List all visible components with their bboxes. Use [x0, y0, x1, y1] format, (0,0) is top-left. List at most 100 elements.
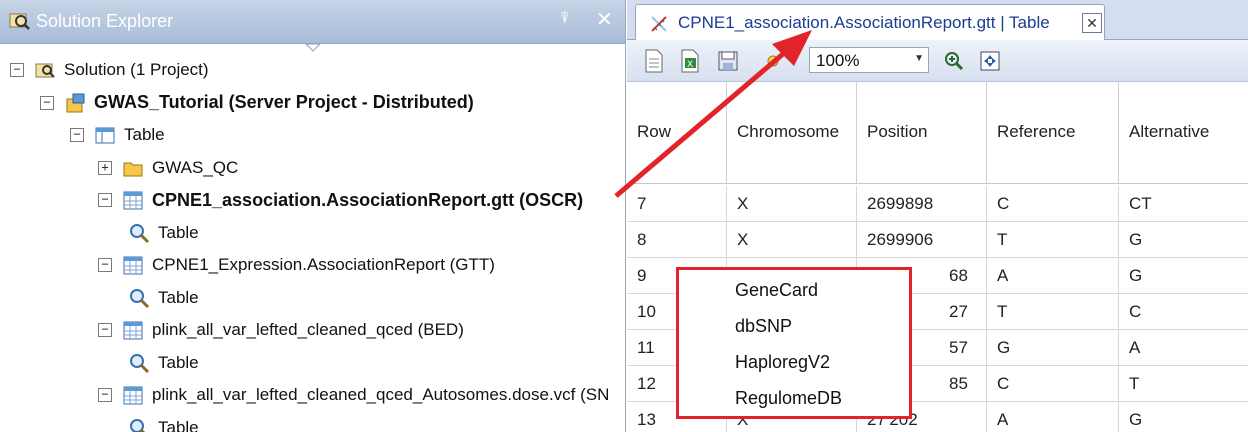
table-cell-value: A	[997, 266, 1009, 285]
collapse-icon[interactable]: −	[98, 258, 112, 272]
table-cell-value: 12	[637, 374, 656, 393]
zoom-in-icon[interactable]	[943, 49, 965, 73]
pin-icon[interactable]: ⍒	[560, 10, 570, 28]
table-cell-value: C	[997, 374, 1010, 393]
table-cell[interactable]: A	[1119, 330, 1248, 366]
solution-explorer-titlebar[interactable]: Solution Explorer ⍒ ✕	[0, 0, 625, 44]
table-cell[interactable]: G	[1119, 402, 1248, 432]
tree-item[interactable]: − CPNE1_association.AssociationReport.gtt…	[98, 184, 583, 216]
table-cell[interactable]: X	[727, 222, 857, 258]
table-cell-value: 11	[637, 338, 655, 357]
magnifier-icon	[128, 352, 150, 374]
dna-icon	[651, 16, 667, 32]
column-header[interactable]: Alternative	[1119, 82, 1248, 184]
tree-item[interactable]: − Table	[70, 119, 165, 151]
tree-item[interactable]: − plink_all_var_lefted_cleaned_qced (BED)	[98, 314, 464, 346]
table-cell-value: T	[997, 302, 1008, 321]
collapse-icon[interactable]: −	[10, 63, 24, 77]
collapse-icon[interactable]: −	[98, 388, 112, 402]
table-cell[interactable]: 2699906	[857, 222, 987, 258]
table-cell[interactable]: G	[1119, 258, 1248, 294]
table-cell[interactable]: X	[727, 186, 857, 222]
column-header[interactable]: Reference	[987, 82, 1119, 184]
table-cell[interactable]: T	[987, 222, 1119, 258]
table-cell[interactable]: G	[987, 330, 1119, 366]
table-cell-value: C	[1129, 302, 1142, 321]
table-toolbar: X 100% ▼	[627, 40, 1248, 82]
zoom-dropdown[interactable]: 100% ▼	[809, 47, 929, 73]
table-cell-value: G	[1129, 266, 1143, 285]
collapse-icon[interactable]: −	[70, 128, 84, 142]
tree-item-label: Table	[158, 287, 199, 307]
table-cell[interactable]: 8	[627, 222, 727, 258]
table-cell[interactable]: C	[987, 366, 1119, 402]
table-cell[interactable]: T	[987, 294, 1119, 330]
context-menu: GeneCard dbSNP HaploregV2 RegulomeDB	[676, 267, 912, 419]
highlight-icon[interactable]	[763, 49, 785, 73]
tree-item-label: Table	[158, 222, 199, 242]
table-cell[interactable]: C	[1119, 294, 1248, 330]
table-icon	[122, 319, 144, 341]
tree-item-label: plink_all_var_lefted_cleaned_qced (BED)	[152, 320, 464, 339]
table-icon	[122, 254, 144, 276]
table-cell[interactable]: A	[987, 258, 1119, 294]
folder-icon	[122, 157, 144, 179]
tab-association-report[interactable]: CPNE1_association.AssociationReport.gtt …	[635, 4, 1105, 40]
chevron-down-icon: ▼	[914, 53, 924, 64]
fit-to-window-icon[interactable]	[979, 49, 1001, 73]
context-menu-item[interactable]: GeneCard	[735, 280, 818, 301]
expand-icon[interactable]: +	[98, 160, 112, 175]
tree-item[interactable]: Table	[128, 347, 199, 379]
column-header[interactable]: Chromosome	[727, 82, 857, 184]
magnifier-icon	[128, 287, 150, 309]
tab-title: CPNE1_association.AssociationReport.gtt …	[678, 13, 1050, 32]
table-cell-value: CT	[1129, 194, 1152, 213]
tree-item-label: Table	[158, 352, 199, 372]
tree-item-label: CPNE1_Expression.AssociationReport (GTT)	[152, 255, 495, 274]
table-icon	[122, 189, 144, 211]
column-header[interactable]: Row	[627, 82, 727, 184]
context-menu-item[interactable]: dbSNP	[735, 316, 792, 337]
close-icon[interactable]: ✕	[596, 7, 613, 32]
table-cell-value: T	[997, 230, 1008, 249]
table-cell[interactable]: 2699898	[857, 186, 987, 222]
text-file-icon[interactable]	[643, 49, 665, 73]
column-header[interactable]: Position	[857, 82, 987, 184]
table-cell[interactable]: A	[987, 402, 1119, 432]
tree-item[interactable]: − plink_all_var_lefted_cleaned_qced_Autos…	[98, 379, 609, 411]
table-cell-value: 27	[949, 302, 968, 321]
tree-item-label: Table	[158, 417, 199, 432]
table-cell-value: 7	[637, 194, 647, 213]
table-cell-value: C	[997, 194, 1010, 213]
collapse-icon[interactable]: −	[40, 95, 54, 110]
tree-item[interactable]: + GWAS_QC	[98, 152, 238, 184]
collapse-icon[interactable]: −	[98, 193, 112, 207]
tree-item[interactable]: − Solution (1 Project)	[10, 54, 209, 86]
excel-export-icon[interactable]: X	[679, 49, 701, 73]
save-table-icon[interactable]	[717, 49, 739, 73]
table-cell[interactable]: 7	[627, 186, 727, 222]
tree-item[interactable]: Table	[128, 412, 199, 432]
tree-item[interactable]: Table	[128, 217, 199, 249]
tree-item[interactable]: Table	[128, 282, 199, 314]
collapse-icon[interactable]: −	[98, 323, 112, 337]
table-cell[interactable]: CT	[1119, 186, 1248, 222]
column-header-label: Row	[637, 122, 672, 141]
table-cell-value: 85	[949, 374, 968, 393]
tab-strip: CPNE1_association.AssociationReport.gtt …	[627, 0, 1248, 40]
zoom-value: 100%	[816, 51, 860, 70]
table-cell-value: T	[1129, 374, 1140, 393]
tab-close-icon[interactable]: ✕	[1082, 13, 1102, 33]
table-cell[interactable]: C	[987, 186, 1119, 222]
collapse-grip-icon[interactable]	[306, 44, 320, 52]
context-menu-item[interactable]: RegulomeDB	[735, 388, 842, 409]
tree-item[interactable]: − CPNE1_Expression.AssociationReport (GTT…	[98, 249, 495, 281]
project-icon	[64, 92, 86, 114]
table-cell[interactable]: G	[1119, 222, 1248, 258]
table-cell-value: 57	[949, 338, 968, 357]
tree-item-label: plink_all_var_lefted_cleaned_qced_Autoso…	[152, 385, 610, 404]
context-menu-item[interactable]: HaploregV2	[735, 352, 830, 373]
table-icon	[122, 384, 144, 406]
tree-item[interactable]: − GWAS_Tutorial (Server Project - Distrib…	[40, 87, 474, 119]
table-cell[interactable]: T	[1119, 366, 1248, 402]
